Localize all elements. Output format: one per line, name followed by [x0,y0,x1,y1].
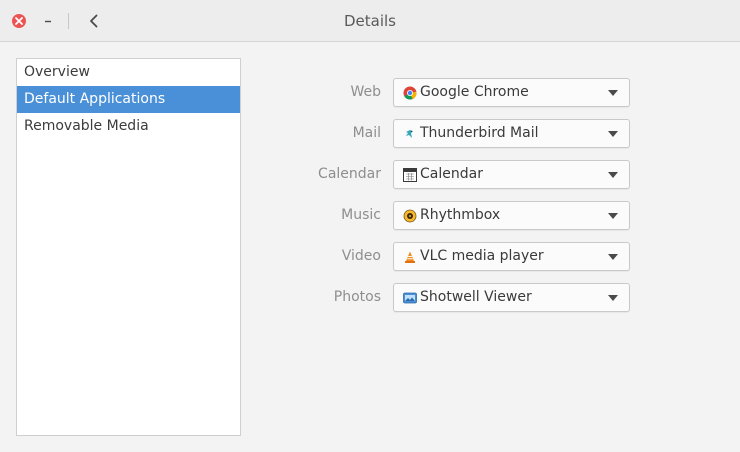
thunderbird-icon [402,126,417,141]
chevron-down-icon [608,213,618,219]
chevron-down-icon [608,172,618,178]
mail-row: Mail Thunderbird Mail [300,119,630,148]
sidebar-item-removable-media[interactable]: Removable Media [17,113,240,140]
video-app-combo[interactable]: VLC media player [393,242,630,271]
vlc-icon [402,249,417,264]
video-row: Video VLC media player [300,242,630,271]
music-row: Music Rhythmbox [300,201,630,230]
sidebar-item-overview[interactable]: Overview [17,59,240,86]
chevron-down-icon [608,90,618,96]
mail-label: Mail [352,125,381,141]
mail-app-combo[interactable]: Thunderbird Mail [393,119,630,148]
calendar-app-combo[interactable]: Calendar [393,160,630,189]
photos-app-combo[interactable]: Shotwell Viewer [393,283,630,312]
shotwell-icon [402,290,417,305]
web-app-combo[interactable]: Google Chrome [393,78,630,107]
video-app-value: VLC media player [420,248,544,264]
calendar-app-value: Calendar [420,166,483,182]
calendar-label: Calendar [318,166,381,182]
title-bar: Details [0,0,740,42]
web-label: Web [350,84,381,100]
calendar-row: Calendar Calendar [300,160,630,189]
music-app-value: Rhythmbox [420,207,501,223]
mail-app-value: Thunderbird Mail [420,125,539,141]
music-app-combo[interactable]: Rhythmbox [393,201,630,230]
chrome-icon [402,85,417,100]
sidebar-item-default-applications[interactable]: Default Applications [17,86,240,113]
web-app-value: Google Chrome [420,84,529,100]
web-row: Web Google Chrome [300,78,630,107]
chevron-down-icon [608,254,618,260]
photos-app-value: Shotwell Viewer [420,289,532,305]
chevron-down-icon [608,131,618,137]
photos-row: Photos Shotwell Viewer [300,283,630,312]
window-title: Details [343,12,396,30]
photos-label: Photos [333,289,381,305]
sidebar: Overview Default Applications Removable … [16,58,241,436]
music-label: Music [341,207,381,223]
video-label: Video [341,248,381,264]
chevron-down-icon [608,295,618,301]
calendar-icon [402,167,417,182]
rhythmbox-icon [402,208,417,223]
